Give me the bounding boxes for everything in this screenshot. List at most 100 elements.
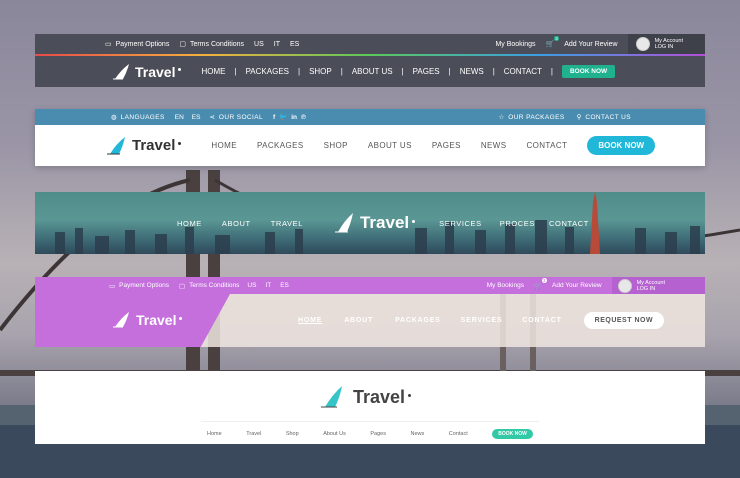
avatar xyxy=(617,278,632,293)
avatar xyxy=(635,37,650,51)
logo[interactable]: Travel xyxy=(113,312,183,328)
add-review-link[interactable]: Add Your Review xyxy=(552,282,602,289)
sail-icon xyxy=(113,63,129,79)
sail-icon xyxy=(321,386,342,408)
main-nav-bar: Travel HOME ABOUT PACKAGES SERVICES CONT… xyxy=(35,294,705,347)
cart-icon[interactable]: 🛒 3 xyxy=(546,36,560,48)
nav-news[interactable]: NEWS xyxy=(460,67,484,76)
nav-about[interactable]: About Us xyxy=(323,431,346,437)
login-link[interactable]: LOG IN xyxy=(655,44,674,50)
payment-options-link[interactable]: Payment Options xyxy=(116,41,170,48)
nav-packages[interactable]: PACKAGES xyxy=(395,317,441,324)
nav-travel[interactable]: Travel xyxy=(246,431,261,437)
logo-dot xyxy=(412,219,416,223)
account-box[interactable]: My Account LOG IN xyxy=(611,277,705,294)
nav-home[interactable]: HOME xyxy=(177,219,202,228)
nav-packages[interactable]: PACKAGES xyxy=(257,141,304,150)
terms-link[interactable]: Terms Conditions xyxy=(189,282,239,289)
nav-travel[interactable]: TRAVEL xyxy=(271,219,303,228)
nav-pages[interactable]: Pages xyxy=(370,431,386,437)
my-bookings-link[interactable]: My Bookings xyxy=(487,282,524,289)
book-now-button[interactable]: BOOK NOW xyxy=(492,429,533,439)
nav-contact[interactable]: CONTACT xyxy=(549,219,589,228)
nav-pages[interactable]: PAGES xyxy=(432,141,461,150)
share-icon: ⋖ xyxy=(209,114,215,121)
header-variant-2: ◍ LANGUAGES EN ES ⋖ OUR SOCIAL f 🐦 in ℗ … xyxy=(35,109,705,166)
nav-pages[interactable]: PAGES xyxy=(413,67,440,76)
twitter-icon[interactable]: 🐦 xyxy=(279,113,287,121)
nav-shop[interactable]: Shop xyxy=(286,431,299,437)
payment-options-link[interactable]: Payment Options xyxy=(119,282,169,289)
lang-it[interactable]: IT xyxy=(265,282,271,289)
top-bar: ▭ Payment Options ▢ Terms Conditions US … xyxy=(35,34,705,56)
logo-dot xyxy=(178,68,182,71)
logo-text: Travel xyxy=(359,213,410,232)
nav-shop[interactable]: SHOP xyxy=(309,67,332,76)
logo[interactable]: Travel xyxy=(113,63,182,80)
logo[interactable]: Travel xyxy=(321,386,412,408)
nav-home[interactable]: HOME xyxy=(298,317,322,324)
logo-text: Travel xyxy=(135,63,176,80)
my-bookings-link[interactable]: My Bookings xyxy=(495,41,535,48)
lang-it[interactable]: IT xyxy=(274,41,280,48)
nav-news[interactable]: NEWS xyxy=(481,141,507,150)
nav-about[interactable]: ABOUT xyxy=(222,219,251,228)
nav-home[interactable]: HOME xyxy=(201,67,225,76)
globe-icon: ◍ xyxy=(111,114,117,121)
cart-icon[interactable]: 🛒 3 xyxy=(534,277,548,290)
sail-icon xyxy=(334,213,353,233)
logo-text: Travel xyxy=(353,386,406,407)
nav-services[interactable]: SERVICES xyxy=(439,219,482,228)
nav-about[interactable]: ABOUT US xyxy=(352,67,393,76)
contact-us-link[interactable]: CONTACT US xyxy=(585,114,631,121)
book-now-button[interactable]: BOOK NOW xyxy=(561,65,616,78)
request-now-button[interactable]: REQUEST NOW xyxy=(583,312,665,329)
nav-contact[interactable]: CONTACT xyxy=(526,141,567,150)
logo-text: Travel xyxy=(132,137,176,154)
lang-es[interactable]: ES xyxy=(290,41,299,48)
logo-text: Travel xyxy=(136,312,177,328)
star-icon: ☆ xyxy=(498,114,505,121)
header-variant-3: HOME ABOUT TRAVEL Travel SERVICES PROCES… xyxy=(35,192,705,254)
nav-contact[interactable]: CONTACT xyxy=(522,317,561,324)
doc-icon: ▢ xyxy=(179,41,186,48)
nav-contact[interactable]: Contact xyxy=(449,431,468,437)
nav-proces[interactable]: PROCES xyxy=(500,219,535,228)
header-variant-1: ▭ Payment Options ▢ Terms Conditions US … xyxy=(35,34,705,87)
nav-services[interactable]: SERVICES xyxy=(461,317,503,324)
sail-icon xyxy=(113,312,129,328)
pinterest-icon[interactable]: ℗ xyxy=(301,114,306,121)
terms-link[interactable]: Terms Conditions xyxy=(190,41,244,48)
lang-us[interactable]: US xyxy=(254,41,264,48)
nav-home[interactable]: HOME xyxy=(211,141,237,150)
nav-home[interactable]: Home xyxy=(207,431,222,437)
logo[interactable]: Travel xyxy=(107,136,182,155)
nav-about[interactable]: ABOUT xyxy=(344,317,373,324)
lang-es[interactable]: ES xyxy=(280,282,289,289)
cart-count-badge: 3 xyxy=(541,277,548,283)
book-now-button[interactable]: BOOK NOW xyxy=(587,136,656,155)
nav-news[interactable]: News xyxy=(411,431,425,437)
nav-about[interactable]: ABOUT US xyxy=(368,141,412,150)
lang-us[interactable]: US xyxy=(247,282,256,289)
main-nav-bar: Travel HOME PACKAGES SHOP ABOUT US PAGES… xyxy=(35,125,705,166)
cart-count-badge: 3 xyxy=(553,36,560,41)
linkedin-icon[interactable]: in xyxy=(291,114,297,121)
logo-dot xyxy=(178,142,182,145)
nav-packages[interactable]: PACKAGES xyxy=(246,67,289,76)
login-link[interactable]: LOG IN xyxy=(637,286,656,292)
rainbow-divider xyxy=(35,54,705,56)
add-review-link[interactable]: Add Your Review xyxy=(564,41,617,48)
our-packages-link[interactable]: OUR PACKAGES xyxy=(508,114,564,121)
card-icon: ▭ xyxy=(105,41,112,48)
main-nav-bar: Travel HOME | PACKAGES | SHOP | ABOUT US | P… xyxy=(35,56,705,87)
nav-shop[interactable]: SHOP xyxy=(324,141,348,150)
logo[interactable]: Travel xyxy=(334,213,416,233)
languages-label: LANGUAGES xyxy=(120,113,165,121)
facebook-icon[interactable]: f xyxy=(273,114,275,121)
account-box[interactable]: My Account LOG IN xyxy=(627,34,705,54)
lang-en[interactable]: EN xyxy=(175,114,184,121)
header-variant-5: Travel Home Travel Shop About Us Pages N… xyxy=(35,371,705,444)
lang-es[interactable]: ES xyxy=(192,114,201,121)
nav-contact[interactable]: CONTACT xyxy=(504,67,542,76)
